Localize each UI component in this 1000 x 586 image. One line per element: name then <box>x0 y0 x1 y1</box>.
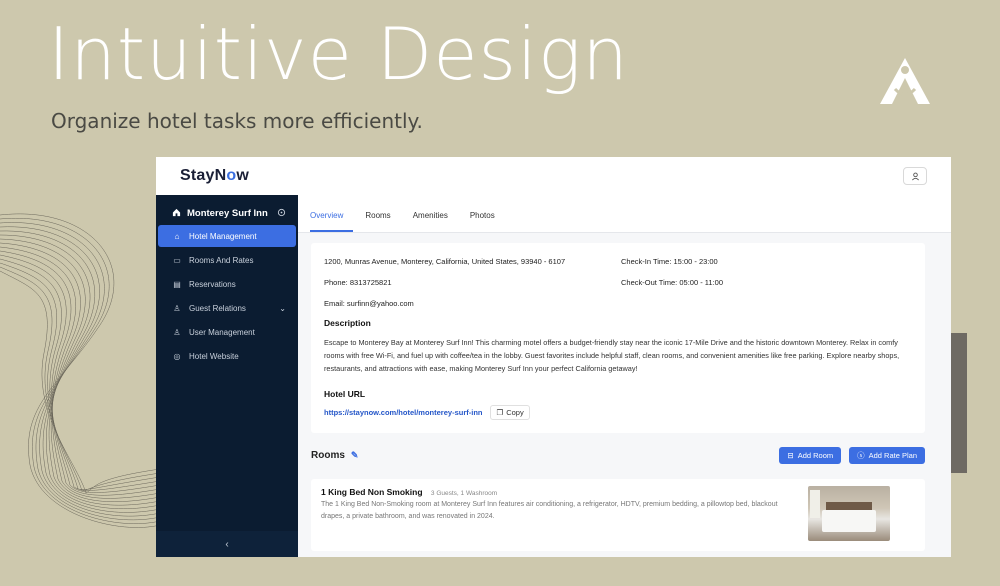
bed-icon: ⊟ <box>787 450 794 460</box>
sidebar-hotel-header[interactable]: Monterey Surf Inn <box>156 195 298 223</box>
settings-icon[interactable] <box>277 208 286 220</box>
room-card[interactable]: 1 King Bed Non Smoking 3 Guests, 1 Washr… <box>311 479 925 551</box>
chevron-down-icon: ⌄ <box>279 303 286 313</box>
brand-logo <box>880 58 930 104</box>
sidebar-item-hotel-website[interactable]: ◎ Hotel Website <box>158 345 296 367</box>
app-window: StayNow Monterey Surf Inn ⌂ Hotel Manage… <box>156 157 951 557</box>
sidebar-item-reservations[interactable]: ▤ Reservations <box>158 273 296 295</box>
hotel-email: Email: surfinn@yahoo.com <box>324 299 414 308</box>
chevron-left-icon: ‹ <box>225 538 229 550</box>
sidebar-item-label: User Management <box>189 327 255 337</box>
copy-icon: ❐ <box>496 408 504 417</box>
sidebar-item-label: Rooms And Rates <box>189 255 254 265</box>
hero-subtitle: Organize hotel tasks more efficiently. <box>51 109 423 133</box>
dollar-icon: ⓢ <box>857 450 865 460</box>
room-description: The 1 King Bed Non-Smoking room at Monte… <box>321 501 778 520</box>
add-rate-plan-button[interactable]: ⓢ Add Rate Plan <box>849 446 925 464</box>
hotel-description: Escape to Monterey Bay at Monterey Surf … <box>324 338 900 373</box>
globe-icon: ◎ <box>173 351 181 361</box>
bed-icon: ▭ <box>173 255 181 265</box>
hotel-name: Monterey Surf Inn <box>187 208 268 219</box>
check-in-time: Check-In Time: 15:00 - 23:00 <box>621 257 718 266</box>
tab-rooms[interactable]: Rooms <box>365 211 400 232</box>
sidebar-item-hotel-management[interactable]: ⌂ Hotel Management <box>158 225 296 247</box>
person-icon: ♙ <box>173 303 181 313</box>
hotel-url-link[interactable]: https://staynow.com/hotel/monterey-surf-… <box>324 408 482 417</box>
person-icon: ♙ <box>173 327 181 337</box>
hotel-url-heading: Hotel URL <box>324 389 366 399</box>
add-room-button[interactable]: ⊟ Add Room <box>779 446 842 464</box>
sidebar-item-rooms-and-rates[interactable]: ▭ Rooms And Rates <box>158 249 296 271</box>
sidebar-collapse-button[interactable]: ‹ <box>156 531 298 557</box>
tab-amenities[interactable]: Amenities <box>413 211 458 232</box>
check-out-time: Check-Out Time: 05:00 - 11:00 <box>621 278 723 287</box>
sidebar-item-guest-relations[interactable]: ♙ Guest Relations ⌄ <box>158 297 296 319</box>
add-rate-plan-label: Add Rate Plan <box>868 450 917 460</box>
rooms-header: Rooms ✎ ⊟ Add Room ⓢ Add Rate Plan <box>311 445 925 465</box>
hero-title: Intuitive Design <box>48 12 629 96</box>
home-icon <box>172 208 181 220</box>
tab-photos[interactable]: Photos <box>470 211 505 232</box>
decorative-swirl <box>0 213 161 528</box>
user-icon[interactable] <box>903 167 927 185</box>
copy-label: Copy <box>506 408 524 417</box>
calendar-icon: ▤ <box>173 279 181 289</box>
main-content: Overview Rooms Amenities Photos 1200, Mu… <box>298 195 951 557</box>
overview-card: 1200, Munras Avenue, Monterey, Californi… <box>311 243 925 433</box>
rooms-heading: Rooms <box>311 449 345 461</box>
sidebar-item-user-management[interactable]: ♙ User Management <box>158 321 296 343</box>
room-photo[interactable] <box>808 486 890 541</box>
sidebar-item-label: Reservations <box>189 279 236 289</box>
sidebar-item-label: Guest Relations <box>189 303 246 313</box>
tab-overview[interactable]: Overview <box>310 211 354 232</box>
room-name: 1 King Bed Non Smoking <box>321 487 423 497</box>
room-meta: 3 Guests, 1 Washroom <box>430 490 498 497</box>
sidebar-item-label: Hotel Management <box>189 231 257 241</box>
hotel-phone: Phone: 8313725821 <box>324 278 392 287</box>
description-heading: Description <box>324 318 371 328</box>
home-icon: ⌂ <box>174 231 180 241</box>
tab-bar: Overview Rooms Amenities Photos <box>298 195 951 233</box>
decorative-bar <box>951 333 967 473</box>
add-room-label: Add Room <box>797 450 834 460</box>
sidebar: Monterey Surf Inn ⌂ Hotel Management ▭ R… <box>156 195 298 557</box>
edit-icon[interactable]: ✎ <box>351 450 359 461</box>
top-bar: StayNow <box>156 157 951 195</box>
sidebar-item-label: Hotel Website <box>189 351 239 361</box>
hotel-address: 1200, Munras Avenue, Monterey, Californi… <box>324 257 566 266</box>
copy-url-button[interactable]: ❐ Copy <box>490 405 530 420</box>
app-logo[interactable]: StayNow <box>180 167 249 185</box>
